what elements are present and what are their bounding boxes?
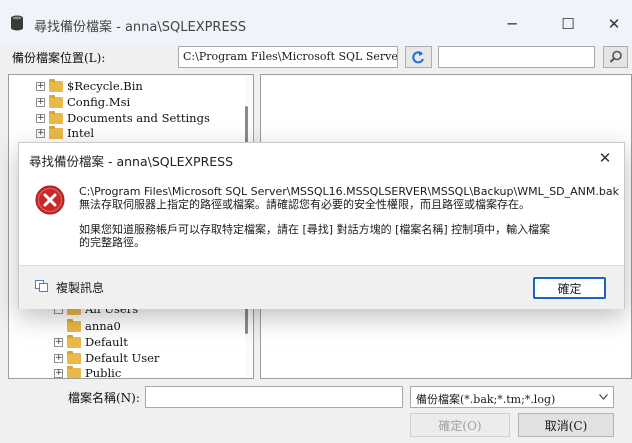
dialog-title: 尋找備份檔案 - anna\SQLEXPRESS xyxy=(29,154,234,169)
minimize-button[interactable]: ─ xyxy=(492,10,532,38)
filename-input[interactable] xyxy=(145,386,403,408)
dialog-close-button[interactable]: ✕ xyxy=(593,147,617,169)
expand-icon[interactable]: + xyxy=(54,368,63,378)
tree-item-label: Documents and Settings xyxy=(67,111,210,125)
tree-item-label: Default xyxy=(85,335,128,349)
search-input[interactable] xyxy=(438,46,595,68)
tree-item[interactable]: + Documents and Settings xyxy=(36,110,210,126)
error-hint: 如果您知道服務帳戶可以存取特定檔案，請在 [尋找] 對話方塊的 [檔案名稱] 控… xyxy=(79,223,551,236)
chevron-down-icon xyxy=(599,394,608,400)
error-hint-cont: 的完整路徑。 xyxy=(79,236,145,249)
tree-item-label: Intel xyxy=(67,126,95,140)
tree-item-label: Public xyxy=(85,366,122,379)
tree-item-label: Default User xyxy=(85,351,160,365)
folder-icon xyxy=(67,365,81,378)
expand-icon[interactable]: + xyxy=(36,81,45,91)
file-type-select[interactable]: 備份檔案(*.bak;*.tm;*.log) xyxy=(410,386,614,408)
title-bar: 尋找備份檔案 - anna\SQLEXPRESS ─ ☐ ✕ xyxy=(0,0,632,46)
folder-icon xyxy=(49,78,63,92)
error-path: C:\Program Files\Microsoft SQL Server\MS… xyxy=(79,185,619,198)
tree-item-label: $Recycle.Bin xyxy=(67,79,143,93)
find-backup-window: 尋找備份檔案 - anna\SQLEXPRESS ─ ☐ ✕ 備份檔案位置(L)… xyxy=(0,0,632,443)
cancel-button[interactable]: 取消(C) xyxy=(518,413,614,437)
ok-button[interactable]: 確定(O) xyxy=(410,413,510,437)
close-button[interactable]: ✕ xyxy=(594,10,632,38)
expand-icon[interactable]: + xyxy=(54,337,63,347)
tree-item-label: Config.Msi xyxy=(67,95,131,109)
copy-icon xyxy=(35,280,48,292)
folder-icon xyxy=(67,334,81,348)
folder-icon xyxy=(67,318,81,332)
folder-icon xyxy=(49,125,63,139)
tree-item[interactable]: + Default User xyxy=(54,350,159,366)
tree-item[interactable]: + Intel xyxy=(36,125,94,141)
dialog-ok-button[interactable]: 確定 xyxy=(533,277,606,299)
expand-icon[interactable]: + xyxy=(36,128,45,138)
tree-item[interactable]: + Config.Msi xyxy=(36,94,130,110)
folder-icon xyxy=(49,110,63,124)
filename-label: 檔案名稱(N): xyxy=(68,391,140,405)
refresh-icon xyxy=(412,51,424,64)
refresh-button[interactable] xyxy=(405,46,432,68)
tree-item[interactable]: + Default xyxy=(54,334,128,350)
copy-message-link[interactable]: 複製訊息 xyxy=(56,279,104,296)
maximize-button[interactable]: ☐ xyxy=(548,10,588,38)
file-type-value: 備份檔案(*.bak;*.tm;*.log) xyxy=(416,393,556,406)
location-label: 備份檔案位置(L): xyxy=(12,51,106,65)
folder-icon xyxy=(67,350,81,364)
expand-icon[interactable]: + xyxy=(54,353,63,363)
expand-icon[interactable]: + xyxy=(36,97,45,107)
tree-item[interactable]: + $Recycle.Bin xyxy=(36,78,143,94)
search-icon xyxy=(609,50,622,63)
dialog-footer: 複製訊息 確定 xyxy=(19,265,624,309)
folder-icon xyxy=(49,94,63,108)
location-path-input[interactable]: C:\Program Files\Microsoft SQL Server\MS… xyxy=(178,46,398,68)
error-message: 無法存取伺服器上指定的路徑或檔案。請確認您有必要的安全性權限，而且路徑或檔案存在… xyxy=(79,198,530,211)
tree-item-label: anna0 xyxy=(85,319,121,333)
tree-item[interactable]: + Public xyxy=(54,365,122,379)
search-button[interactable] xyxy=(603,46,628,68)
expand-icon[interactable]: + xyxy=(36,113,45,123)
tree-item[interactable]: anna0 xyxy=(67,318,121,334)
window-title: 尋找備份檔案 - anna\SQLEXPRESS xyxy=(34,20,247,35)
error-icon xyxy=(35,185,65,215)
database-icon xyxy=(11,15,23,31)
error-dialog: 尋找備份檔案 - anna\SQLEXPRESS ✕ C:\Program Fi… xyxy=(18,142,625,309)
